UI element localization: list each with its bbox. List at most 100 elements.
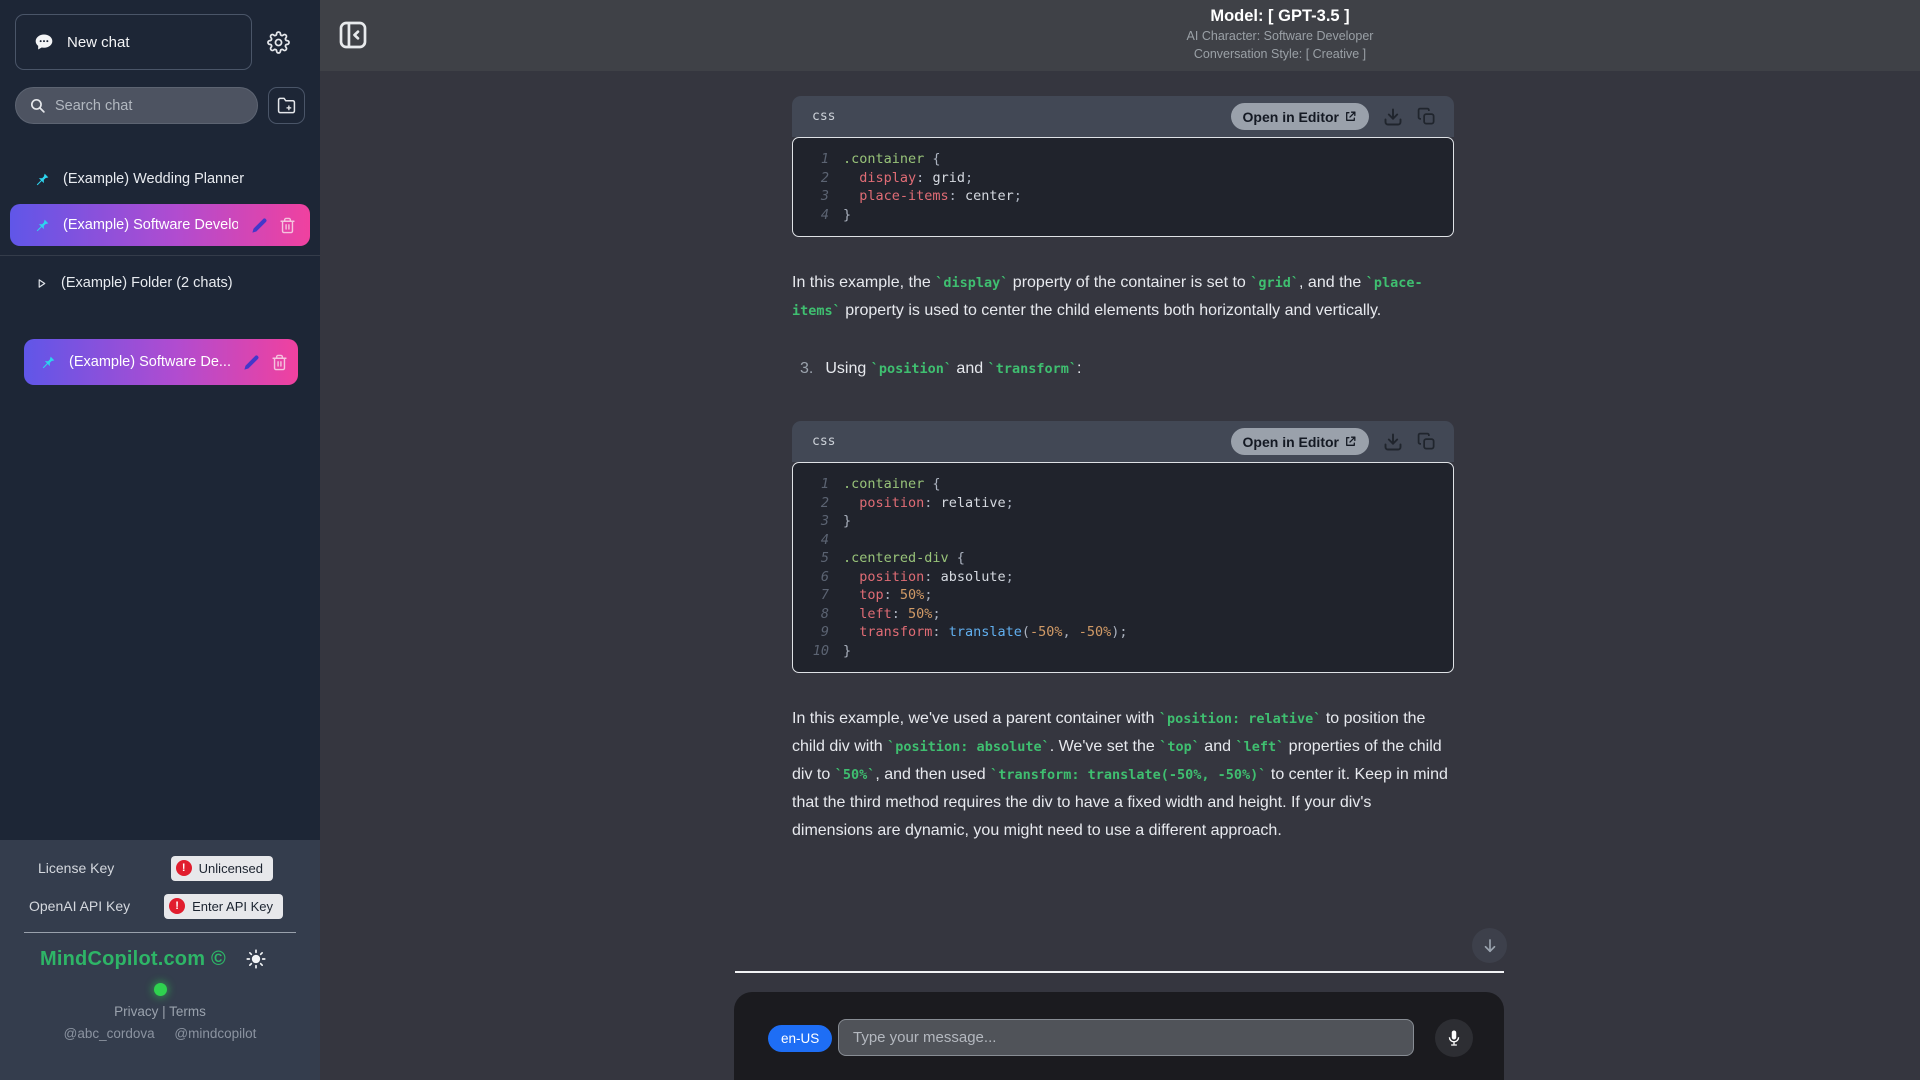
code-line: 7 top: 50%; (820, 587, 933, 603)
list-item-text: Using `position` and `transform`: (825, 360, 1082, 377)
code-editor-area[interactable]: 1 .container {2 display: grid; 3 place-ite… (792, 137, 1454, 237)
caret-right-icon (36, 278, 47, 289)
pin-icon (40, 354, 56, 370)
delete-chat-button[interactable] (279, 217, 296, 234)
copy-icon (1417, 107, 1436, 126)
search-input[interactable] (55, 97, 244, 114)
sun-icon (246, 949, 266, 969)
code-line: 2 position: relative; (820, 494, 1014, 511)
pin-icon (34, 217, 50, 233)
inline-code: `display` (935, 275, 1009, 291)
download-code-button[interactable] (1383, 107, 1403, 127)
code-line: 3} (820, 513, 852, 529)
download-icon (1383, 107, 1403, 127)
code-line: 10} (812, 642, 852, 659)
folder-label: (Example) Folder (2 chats) (61, 275, 233, 291)
license-status-badge[interactable]: ! Unlicensed (170, 855, 273, 881)
message-paragraph: In this example, we've used a parent con… (792, 710, 1448, 839)
inline-code: `transform: translate(-50%, -50%)` (990, 767, 1267, 783)
topbar: Model: [ GPT-3.5 ] AI Character: Softwar… (320, 0, 1920, 71)
code-line: 4 (820, 531, 829, 548)
download-code-button[interactable] (1383, 432, 1403, 452)
download-icon (1383, 432, 1403, 452)
api-key-label: OpenAI API Key (29, 898, 131, 914)
panel-toggle-icon (335, 17, 373, 53)
sidebar-footer: License Key ! Unlicensed OpenAI API Key … (0, 840, 320, 1080)
search-chat-field[interactable] (15, 87, 258, 124)
new-folder-button[interactable] (268, 87, 305, 124)
settings-button[interactable] (252, 30, 305, 54)
ordered-list-item-3: 3. Using `position` and `transform`: (792, 355, 1454, 383)
scroll-to-bottom-button[interactable] (1472, 928, 1507, 963)
chat-item-software-de[interactable]: (Example) Software De... (24, 339, 298, 385)
code-editor-area[interactable]: 1 .container {2 position: relative; 3} 4 5 .c… (792, 462, 1454, 673)
list-marker: 3. (800, 360, 814, 377)
folder-plus-icon (277, 96, 296, 115)
composer-divider (735, 971, 1504, 973)
composer: en-US (734, 992, 1504, 1080)
edit-chat-button[interactable] (243, 354, 260, 371)
exclamation-icon: ! (175, 860, 192, 876)
search-icon (29, 97, 46, 114)
brand-link[interactable]: MindCopilot.com © (40, 948, 226, 971)
open-in-editor-button[interactable]: Open in Editor (1230, 103, 1369, 130)
inline-code: `position: relative` (1158, 711, 1322, 727)
gear-icon (267, 30, 290, 54)
copy-code-button[interactable] (1417, 432, 1436, 451)
code-line: 3 place-items: center; (820, 188, 1022, 204)
pin-icon (34, 171, 50, 187)
code-language-label: css (812, 109, 836, 124)
code-line: 1 .container { (820, 151, 941, 167)
code-line: 8 left: 50%; (820, 605, 941, 622)
sidebar-toggle-button[interactable] (335, 16, 373, 54)
copy-code-button[interactable] (1417, 107, 1436, 126)
chat-item-label: (Example) Software Developer (63, 217, 238, 233)
copy-icon (1417, 432, 1436, 451)
microphone-button[interactable] (1435, 1019, 1473, 1057)
speech-locale-badge[interactable]: en-US (768, 1025, 833, 1052)
external-link-icon (1344, 110, 1357, 123)
code-block-1: css Open in Editor 1 .container {2 disp… (792, 96, 1454, 237)
conversation-style-subtitle: Conversation Style: [ Creative ] (1193, 47, 1367, 61)
code-block-header: css Open in Editor (792, 96, 1454, 137)
theme-toggle-button[interactable] (246, 949, 266, 969)
enter-api-key-button[interactable]: ! Enter API Key (164, 893, 283, 919)
code-block-2: css Open in Editor 1 .container {2 posi… (792, 421, 1454, 673)
chat-item-wedding-planner[interactable]: (Example) Wedding Planner (0, 160, 320, 198)
inline-code: `transform` (987, 361, 1077, 377)
footer-divider (24, 932, 296, 933)
inline-code: `left` (1235, 739, 1285, 755)
inline-code: `position` (870, 361, 952, 377)
delete-chat-button[interactable] (271, 354, 288, 371)
terms-link[interactable]: Terms (169, 1004, 206, 1019)
chat-item-label: (Example) Software De... (69, 354, 230, 370)
chat-folder-item[interactable]: (Example) Folder (2 chats) (0, 262, 320, 304)
author-handle-link[interactable]: @abc_cordova (64, 1026, 155, 1041)
chat-bubble-icon (34, 32, 54, 52)
code-line: 6 position: absolute; (820, 568, 1014, 585)
code-block-header: css Open in Editor (792, 421, 1454, 462)
conversation-info: Model: [ GPT-3.5 ] AI Character: Softwar… (1187, 7, 1374, 62)
license-key-label: License Key (38, 860, 115, 876)
inline-code: `50%` (834, 767, 876, 783)
legal-separator: | (162, 1004, 166, 1019)
message-input[interactable] (838, 1019, 1414, 1056)
code-line: 1 .container { (820, 476, 941, 492)
chat-item-software-developer[interactable]: (Example) Software Developer (10, 204, 310, 246)
brand-handle-link[interactable]: @mindcopilot (174, 1026, 256, 1041)
model-title: Model: [ GPT-3.5 ] (1210, 7, 1350, 25)
privacy-link[interactable]: Privacy (114, 1004, 158, 1019)
arrow-down-icon (1481, 937, 1499, 955)
edit-chat-button[interactable] (251, 217, 268, 234)
message-paragraph: In this example, the `display` property … (792, 274, 1423, 319)
assistant-message: css Open in Editor 1 .container {2 disp… (792, 96, 1454, 845)
ai-character-subtitle: AI Character: Software Developer (1186, 29, 1374, 43)
main-area: Model: [ GPT-3.5 ] AI Character: Softwar… (320, 0, 1920, 1080)
code-language-label: css (812, 434, 836, 449)
new-chat-button[interactable]: New chat (15, 14, 252, 70)
external-link-icon (1344, 435, 1357, 448)
open-in-editor-button[interactable]: Open in Editor (1230, 428, 1369, 455)
inline-code: `position: absolute` (887, 739, 1050, 755)
new-chat-label: New chat (67, 33, 130, 51)
inline-code: `grid` (1250, 275, 1300, 291)
